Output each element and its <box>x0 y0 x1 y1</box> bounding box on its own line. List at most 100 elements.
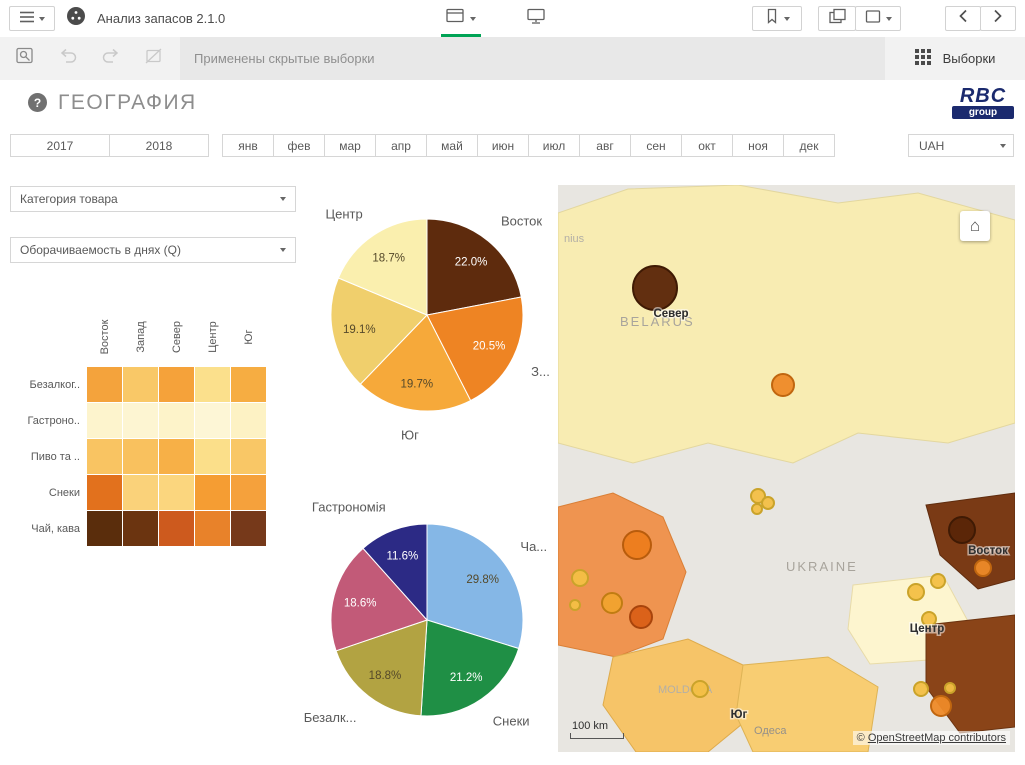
heatmap-cell[interactable] <box>159 439 194 474</box>
heatmap-cell[interactable] <box>231 511 266 546</box>
map-bubble[interactable] <box>570 600 580 610</box>
metric-dropdown[interactable]: Оборачиваемость в днях (Q) <box>10 237 296 263</box>
heatmap-cell[interactable] <box>87 439 122 474</box>
map-bubble[interactable] <box>908 584 924 600</box>
heatmap-cell[interactable] <box>195 475 230 510</box>
logo-text-top: RBC <box>952 86 1014 106</box>
heatmap-cell[interactable] <box>195 511 230 546</box>
map-bubble[interactable] <box>752 504 762 514</box>
month-button[interactable]: окт <box>681 134 733 157</box>
heatmap-cell[interactable] <box>123 439 158 474</box>
month-button[interactable]: апр <box>375 134 427 157</box>
help-button[interactable]: ? <box>28 93 47 112</box>
map-bubble[interactable] <box>692 681 708 697</box>
heatmap-col-label: Запад <box>123 302 158 366</box>
heatmap-cell[interactable] <box>159 403 194 438</box>
month-button[interactable]: янв <box>222 134 274 157</box>
rbc-group-logo: RBC group <box>952 86 1014 119</box>
pie-percent-label: 11.6% <box>386 550 418 562</box>
year-button[interactable]: 2017 <box>10 134 110 157</box>
map-bubble[interactable] <box>931 574 945 588</box>
clear-selections-button[interactable] <box>134 43 174 73</box>
selections-tool-button[interactable]: Выборки <box>885 37 1025 80</box>
map-region-label: Юг <box>731 709 748 721</box>
map-bubble[interactable] <box>572 570 588 586</box>
currency-dropdown[interactable]: UAH <box>908 134 1014 157</box>
chevron-right-icon <box>993 9 1003 28</box>
month-button[interactable]: ноя <box>732 134 784 157</box>
heatmap-cell[interactable] <box>231 439 266 474</box>
caret-down-icon <box>39 17 45 21</box>
next-sheet-button[interactable] <box>980 6 1016 31</box>
view-options-button[interactable] <box>855 6 901 31</box>
year-button[interactable]: 2018 <box>109 134 209 157</box>
map-bubble[interactable] <box>949 517 975 543</box>
step-forward-button[interactable] <box>91 43 131 73</box>
heatmap-cell[interactable] <box>159 367 194 402</box>
map-home-button[interactable]: ⌂ <box>960 211 990 241</box>
step-back-button[interactable] <box>48 43 88 73</box>
heatmap-cell[interactable] <box>123 403 158 438</box>
heatmap-cell[interactable] <box>87 475 122 510</box>
heatmap-col-label: Север <box>159 302 194 366</box>
smart-search-button[interactable] <box>5 43 45 73</box>
osm-attribution-link[interactable]: OpenStreetMap contributors <box>868 732 1006 744</box>
month-button[interactable]: июл <box>528 134 580 157</box>
selections-bar: Применены скрытые выборки Выборки <box>0 37 1025 80</box>
map-bubble[interactable] <box>914 682 928 696</box>
pie-slice-label: Юг <box>401 428 419 443</box>
month-button[interactable]: мар <box>324 134 376 157</box>
map-bubble[interactable] <box>945 683 955 693</box>
bookmarks-button[interactable] <box>752 6 802 31</box>
category-dropdown[interactable]: Категория товара <box>10 186 296 212</box>
duplicate-view-button[interactable] <box>818 6 856 31</box>
heatmap-cell[interactable] <box>159 511 194 546</box>
month-button[interactable]: фев <box>273 134 325 157</box>
logo-text-bottom: group <box>952 106 1014 119</box>
help-icon: ? <box>34 96 41 110</box>
map-country-label: UKRAINE <box>786 559 858 574</box>
heatmap-cell[interactable] <box>231 475 266 510</box>
map-bubble[interactable] <box>630 606 652 628</box>
heatmap-cell[interactable] <box>123 475 158 510</box>
selections-search-icon <box>16 47 35 70</box>
presentation-button[interactable] <box>527 8 545 30</box>
heatmap-cell[interactable] <box>231 403 266 438</box>
map-bubble[interactable] <box>975 560 991 576</box>
heatmap-cell[interactable] <box>231 367 266 402</box>
month-button[interactable]: сен <box>630 134 682 157</box>
map-bubble[interactable] <box>931 696 951 716</box>
heatmap-cell[interactable] <box>123 367 158 402</box>
heatmap-cell[interactable] <box>87 367 122 402</box>
heatmap-cell[interactable] <box>123 511 158 546</box>
previous-sheet-button[interactable] <box>945 6 981 31</box>
chevron-left-icon <box>958 9 968 28</box>
month-button[interactable]: июн <box>477 134 529 157</box>
heatmap-cell[interactable] <box>87 403 122 438</box>
heatmap-cell[interactable] <box>195 439 230 474</box>
sheet-selector-button[interactable] <box>441 0 481 37</box>
heatmap-row-label: Снеки <box>10 475 86 510</box>
map-bubble[interactable] <box>633 266 677 310</box>
month-filter: янвфевмарапрмайиюниюлавгсеноктноядек <box>222 134 835 157</box>
heatmap-cell[interactable] <box>195 403 230 438</box>
map-bubble[interactable] <box>772 374 794 396</box>
map-bubble[interactable] <box>623 531 651 559</box>
map-bubble[interactable] <box>602 593 622 613</box>
heatmap-cell[interactable] <box>87 511 122 546</box>
main-menu-button[interactable] <box>9 6 55 31</box>
pie-slice-label: Гастрономія <box>312 500 386 515</box>
heatmap-corner <box>10 302 86 366</box>
heatmap-col-label: Центр <box>195 302 230 366</box>
month-button[interactable]: авг <box>579 134 631 157</box>
month-button[interactable]: май <box>426 134 478 157</box>
pie-percent-label: 19.1% <box>343 324 376 336</box>
heatmap-cell[interactable] <box>159 475 194 510</box>
heatmap-cell[interactable] <box>195 367 230 402</box>
caret-down-icon <box>470 17 476 21</box>
pie-slice-label: Снеки <box>493 714 530 729</box>
map-bubble[interactable] <box>762 497 774 509</box>
month-button[interactable]: дек <box>783 134 835 157</box>
map-canvas: BELARUSUKRAINEniusMOLDOVAОдесаСеверСевер… <box>558 185 1015 752</box>
caret-down-icon <box>784 17 790 21</box>
